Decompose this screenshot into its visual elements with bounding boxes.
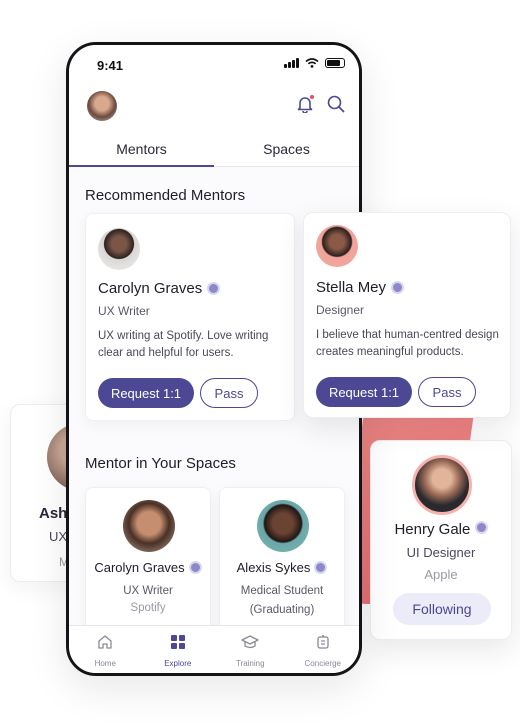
nav-explore[interactable]: Explore — [142, 626, 215, 673]
mentor-role: UX Writer — [123, 585, 173, 597]
mentor-bio: I believe that human-centred design crea… — [316, 329, 499, 358]
space-mentor-card[interactable]: Alexis Sykes Medical Student (Graduating… — [219, 487, 345, 637]
battery-icon — [325, 58, 345, 68]
mentor-role: UX — [49, 529, 68, 544]
concierge-icon — [317, 635, 329, 649]
mentor-role: UX Writer — [98, 304, 150, 318]
avatar — [412, 455, 472, 515]
nav-label: Explore — [164, 659, 192, 668]
mentor-name: Carolyn Graves — [86, 560, 210, 575]
mentor-org: Spotify — [130, 602, 166, 614]
verified-icon — [314, 561, 328, 574]
verified-icon — [391, 281, 405, 294]
mentor-name: Carolyn Graves — [98, 280, 221, 297]
section-title-spaces: Mentor in Your Spaces — [85, 455, 236, 472]
avatar — [316, 225, 358, 267]
bottom-navigation: Home Explore Training Concierge — [69, 625, 359, 673]
mentor-name: Alexis Sykes — [220, 560, 344, 575]
request-button[interactable]: Request 1:1 — [316, 377, 412, 407]
status-time: 9:41 — [97, 58, 124, 73]
nav-home[interactable]: Home — [69, 626, 142, 673]
nav-label: Home — [94, 659, 116, 668]
notification-dot — [309, 94, 315, 100]
tab-bar: Mentors Spaces — [69, 137, 359, 167]
space-mentor-card[interactable]: Carolyn Graves UX Writer Spotify — [85, 487, 211, 637]
nav-concierge[interactable]: Concierge — [287, 626, 360, 673]
nav-label: Training — [235, 659, 265, 668]
notification-bell-icon[interactable] — [297, 94, 315, 118]
signal-icon — [284, 58, 299, 68]
system-icons — [284, 58, 345, 68]
tab-spaces[interactable]: Spaces — [214, 137, 359, 166]
henry-mentor-card[interactable]: Henry Gale UI Designer Apple Following — [370, 440, 512, 640]
verified-icon — [188, 561, 202, 574]
mentor-org: Apple — [424, 567, 458, 582]
wifi-icon — [305, 58, 319, 68]
home-icon — [98, 635, 112, 649]
avatar — [257, 500, 309, 552]
nav-training[interactable]: Training — [214, 626, 287, 673]
following-button[interactable]: Following — [393, 593, 491, 625]
section-title-recommended: Recommended Mentors — [85, 187, 246, 204]
app-bar — [69, 85, 359, 137]
verified-icon — [474, 521, 488, 534]
pass-button[interactable]: Pass — [200, 378, 258, 408]
mentor-card[interactable]: Carolyn Graves UX Writer UX writing at S… — [85, 213, 295, 421]
nav-label: Concierge — [304, 659, 341, 668]
mentor-role: Designer — [316, 303, 365, 317]
search-icon[interactable] — [327, 95, 345, 118]
mentor-name: Ash — [39, 505, 68, 522]
profile-avatar[interactable] — [87, 91, 117, 121]
avatar — [98, 228, 140, 270]
verified-icon — [207, 282, 221, 295]
mentor-bio: UX writing at Spotify. Love writing clea… — [98, 330, 269, 359]
graduation-cap-icon — [241, 635, 259, 649]
mentor-card[interactable]: Stella Mey Designer I believe that human… — [303, 212, 511, 418]
status-bar: 9:41 — [69, 45, 359, 85]
pass-button[interactable]: Pass — [418, 377, 476, 407]
mentor-role: Medical Student (Graduating) — [240, 585, 324, 616]
request-button[interactable]: Request 1:1 — [98, 378, 194, 408]
mentor-name: Stella Mey — [316, 279, 405, 296]
mentor-name: Henry Gale — [371, 521, 511, 538]
avatar — [123, 500, 175, 552]
tab-mentors[interactable]: Mentors — [69, 137, 214, 167]
grid-icon — [170, 635, 185, 649]
mentor-role: UI Designer — [406, 545, 476, 560]
